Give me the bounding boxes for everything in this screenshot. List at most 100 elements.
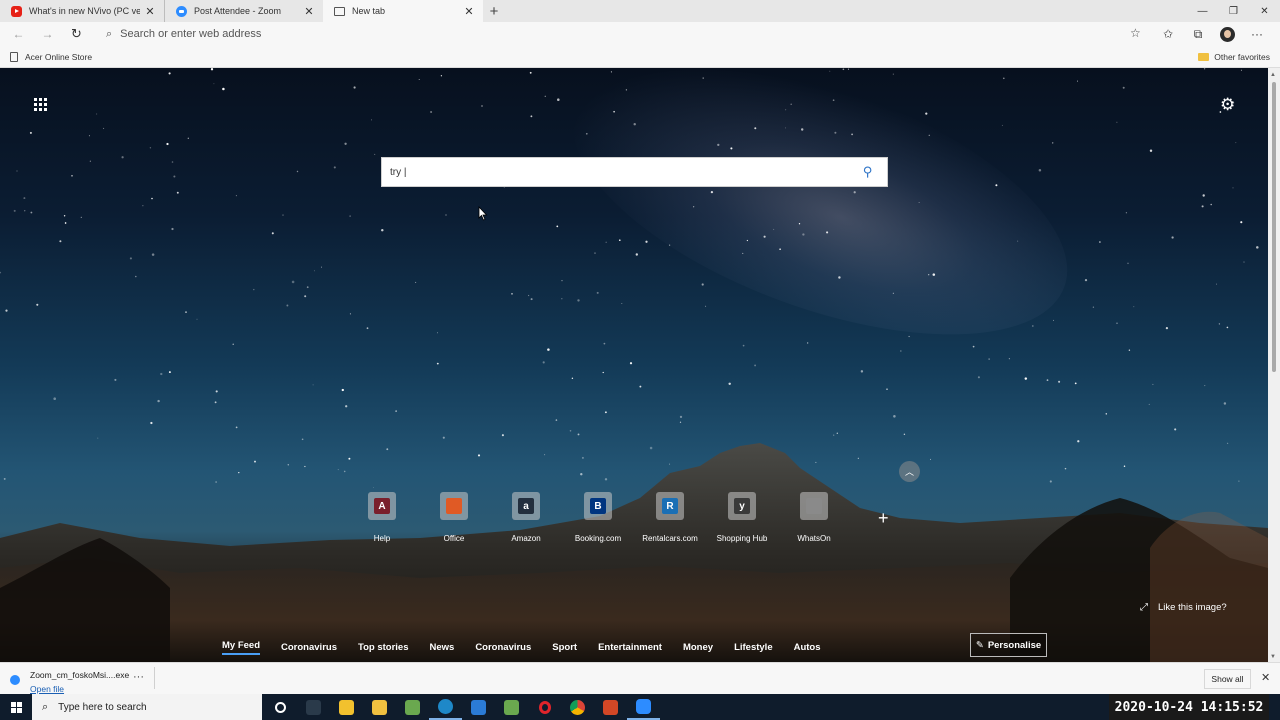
taskbar-app-6[interactable] (462, 694, 495, 720)
new-tab-button[interactable]: + (483, 0, 505, 22)
quick-links: A Help Office a Amazon B Booking.com R Rentalcar… (346, 492, 850, 543)
close-icon[interactable]: ✕ (144, 5, 156, 18)
quick-link-tile (800, 492, 828, 520)
minimize-icon[interactable]: — (1187, 0, 1218, 22)
tab-title: What's in new NVivo (PC version (29, 6, 140, 16)
collapse-icon[interactable]: ︿ (899, 461, 920, 482)
scrollbar-thumb[interactable] (1272, 82, 1276, 372)
forward-icon[interactable]: → (33, 22, 62, 46)
feed-tab-top-stories[interactable]: Top stories (358, 642, 409, 653)
close-window-icon[interactable]: ✕ (1249, 0, 1280, 22)
back-icon[interactable]: ← (4, 22, 33, 46)
file-explorer-icon (372, 699, 387, 715)
tab-nvivo-video[interactable]: What's in new NVivo (PC version ✕ (0, 0, 164, 22)
collections-icon[interactable]: ⧉ (1183, 24, 1213, 44)
feed-tab-lifestyle[interactable]: Lifestyle (734, 642, 773, 653)
search-icon[interactable]: ⚲ (863, 164, 873, 180)
tab-strip: What's in new NVivo (PC version ✕ Post A… (0, 0, 1280, 22)
quick-link-label: WhatsOn (797, 534, 831, 543)
youtube-icon (11, 5, 22, 17)
tab-zoom[interactable]: Post Attendee - Zoom ✕ (164, 0, 323, 22)
web-search-box[interactable]: ⚲ (381, 157, 888, 187)
taskbar-app-1[interactable] (297, 694, 330, 720)
feed-tab-coronavirus[interactable]: Coronavirus (281, 642, 337, 653)
pencil-icon: ✎ (975, 639, 984, 651)
show-all-button[interactable]: Show all (1204, 669, 1251, 689)
zoom-icon (176, 5, 187, 17)
quick-link-help[interactable]: A Help (346, 492, 418, 543)
taskbar-app-9[interactable] (561, 694, 594, 720)
address-input[interactable] (120, 28, 921, 40)
taskbar-search[interactable]: ⌕ (32, 694, 262, 720)
quick-link-office[interactable]: Office (418, 492, 490, 543)
close-icon[interactable]: ✕ (463, 5, 475, 18)
quick-link-label: Amazon (511, 534, 541, 543)
taskbar-app-0[interactable] (264, 694, 297, 720)
refresh-icon[interactable]: ↻ (62, 22, 91, 46)
taskbar-app-7[interactable] (495, 694, 528, 720)
restore-icon[interactable]: ❐ (1218, 0, 1249, 22)
mail-icon (471, 699, 486, 715)
quick-link-rentalcars-com[interactable]: R Rentalcars.com (634, 492, 706, 543)
page-scrollbar[interactable]: ▲ ▼ (1268, 68, 1280, 662)
feed-tab-entertainment[interactable]: Entertainment (598, 642, 662, 653)
quick-link-tile (440, 492, 468, 520)
store-icon (339, 699, 354, 715)
app-launcher-icon[interactable] (34, 98, 47, 111)
open-file-link[interactable]: Open file (30, 684, 129, 694)
taskbar-app-8[interactable] (528, 694, 561, 720)
quick-link-tile: a (512, 492, 540, 520)
personalise-button[interactable]: ✎ Personalise (970, 633, 1047, 657)
avatar[interactable] (1220, 26, 1235, 42)
web-search-input[interactable] (382, 158, 842, 186)
add-favorite-icon[interactable]: ☆ (1130, 26, 1141, 40)
quick-link-booking-com[interactable]: B Booking.com (562, 492, 634, 543)
scroll-down-icon[interactable]: ▼ (1270, 654, 1276, 660)
quick-link-label: Office (443, 534, 465, 543)
start-button[interactable] (0, 694, 32, 720)
zoom-icon (10, 675, 20, 685)
windows-icon (10, 701, 22, 713)
zoom-icon (636, 698, 651, 714)
taskbar-app-11[interactable] (627, 694, 660, 720)
favorite-acer-online-store[interactable]: Acer Online Store (0, 51, 92, 62)
like-image-button[interactable]: ⤢ Like this image? (1140, 602, 1227, 613)
quick-link-whatson[interactable]: WhatsOn (778, 492, 850, 543)
close-icon[interactable]: ✕ (303, 5, 315, 18)
download-more-icon[interactable]: ··· (133, 671, 144, 683)
quick-link-tile: y (728, 492, 756, 520)
feed-tab-news[interactable]: News (429, 642, 454, 653)
site-logo-icon: B (590, 498, 606, 514)
new-tab-icon (334, 6, 345, 16)
taskbar-app-10[interactable] (594, 694, 627, 720)
download-item[interactable]: Zoom_cm_foskoMsi....exe Open file (10, 667, 129, 694)
edge-icon (438, 698, 453, 714)
scroll-up-icon[interactable]: ▲ (1270, 72, 1276, 78)
quick-link-shopping-hub[interactable]: y Shopping Hub (706, 492, 778, 543)
quick-link-amazon[interactable]: a Amazon (490, 492, 562, 543)
other-favorites[interactable]: Other favorites (1188, 52, 1280, 62)
taskbar-app-5[interactable] (429, 694, 462, 720)
tab-title: New tab (352, 6, 386, 16)
add-site-icon[interactable]: + (878, 508, 889, 529)
taskbar-search-input[interactable] (58, 701, 239, 713)
close-icon[interactable]: ✕ (1261, 671, 1270, 684)
quick-link-label: Shopping Hub (716, 534, 768, 543)
download-filename: Zoom_cm_foskoMsi....exe (30, 670, 130, 680)
gear-icon[interactable]: ⚙ (1220, 95, 1235, 115)
taskbar-app-3[interactable] (363, 694, 396, 720)
feed-tab-my-feed[interactable]: My Feed (222, 640, 261, 655)
favorites-icon[interactable]: ✩ (1153, 24, 1183, 44)
tab-new-tab[interactable]: New tab ✕ (323, 0, 483, 22)
feed-tab-autos[interactable]: Autos (794, 642, 821, 653)
feed-tab-money[interactable]: Money (683, 642, 713, 653)
feed-tab-coronavirus[interactable]: Coronavirus (475, 642, 531, 653)
feed-tab-sport[interactable]: Sport (552, 642, 577, 653)
taskbar-app-4[interactable] (396, 694, 429, 720)
quick-link-tile: R (656, 492, 684, 520)
window-controls: — ❐ ✕ (1187, 0, 1280, 22)
more-icon[interactable]: ··· (1242, 24, 1272, 44)
taskbar-app-2[interactable] (330, 694, 363, 720)
quick-link-label: Rentalcars.com (642, 534, 698, 543)
address-bar[interactable]: ⌕ (98, 24, 1150, 44)
